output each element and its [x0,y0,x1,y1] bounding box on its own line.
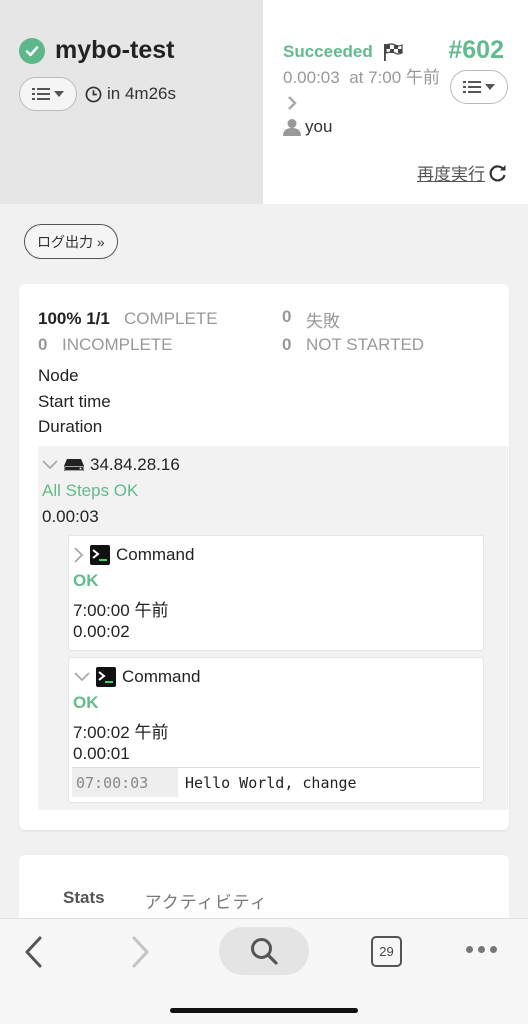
log-timestamp: 07:00:03 [72,768,178,797]
checkered-flag-icon [383,43,403,61]
chevron-down-icon [74,672,90,682]
browser-toolbar: 29 [0,918,528,1024]
caret-down-icon [54,91,64,97]
execution-header: mybo-test in 4m26s Succeeded #602 0.00:0… [0,0,528,204]
log-output-line: 07:00:03 Hello World, change [72,767,480,797]
home-indicator [170,1008,358,1013]
tabs-button[interactable]: 29 [371,936,402,967]
chevron-right-icon [74,547,84,563]
elapsed-time: 0.00:03 [283,68,340,87]
log-message: Hello World, change [185,773,357,792]
incomplete-count: 0 [38,335,48,354]
search-icon [251,938,278,965]
progress-percent: 100% [38,309,82,328]
node-toggle[interactable]: 34.84.28.16 [42,455,180,475]
server-icon [64,459,84,471]
execution-status: Succeeded [283,42,373,61]
complete-label: COMPLETE [124,309,218,328]
step-duration: 0.00:01 [73,744,130,763]
list-icon [463,81,481,93]
chevron-right-icon[interactable] [287,95,297,110]
terminal-icon [96,667,116,687]
execution-info-panel: Succeeded #602 0.00:03 at 7:00 午前 you 再度… [263,0,528,204]
clock-icon [85,86,102,102]
job-duration: in 4m26s [107,84,176,103]
node-status: All Steps OK [42,481,139,500]
caret-down-icon [485,84,495,90]
rerun-label: 再度実行 [417,165,485,184]
terminal-icon [90,545,110,565]
execution-summary-card: 100% 1/1 COMPLETE 0 失敗 0 INCOMPLETE 0 NOT S… [19,284,509,830]
progress-ratio: 1/1 [86,309,110,328]
list-icon [32,88,50,100]
not-started-label: NOT STARTED [306,335,425,354]
step-status: OK [73,571,99,590]
user-icon [283,119,301,136]
step-status: OK [73,693,99,712]
node-header: Node [38,366,79,385]
back-arrow-icon[interactable] [20,935,48,969]
rerun-link[interactable]: 再度実行 [417,160,507,185]
step-start-time: 7:00:02 午前 [73,723,169,742]
execution-time-info: 0.00:03 at 7:00 午前 [283,66,443,114]
step-label: Command [122,667,201,686]
step-duration: 0.00:02 [73,622,130,641]
tab-stats[interactable]: Stats [63,888,105,913]
job-info-panel: mybo-test in 4m26s [0,0,263,204]
step-label: Command [116,545,195,564]
node-row: 34.84.28.16 All Steps OK 0.00:03 Command… [38,446,508,810]
duration-header: Duration [38,417,103,436]
node-ip: 34.84.28.16 [90,455,180,474]
log-output-button[interactable]: ログ出力 » [24,224,118,259]
incomplete-label: INCOMPLETE [62,335,173,354]
more-dots-icon[interactable] [466,946,497,953]
success-check-icon [19,37,45,64]
step-start-time: 7:00:00 午前 [73,601,169,620]
chevron-down-icon [42,460,58,470]
failed-count: 0 [282,306,292,326]
progress-summary: 100% 1/1 COMPLETE 0 失敗 0 INCOMPLETE 0 NOT S… [38,306,498,358]
execution-actions-menu-button[interactable] [450,70,508,104]
tab-activity[interactable]: アクティビティ [145,888,268,913]
job-name[interactable]: mybo-test [55,36,174,65]
failed-label: 失敗 [306,311,340,331]
redo-icon [489,164,506,181]
not-started-count: 0 [282,335,292,354]
step-row[interactable]: Command OK 7:00:02 午前 0.00:01 07:00:03 H… [68,657,484,803]
step-row[interactable]: Command OK 7:00:00 午前 0.00:02 [68,535,484,651]
executed-by-user: you [305,117,333,136]
forward-arrow-icon[interactable] [126,935,154,969]
column-headers: Node Start time Duration [38,363,111,440]
search-button[interactable] [219,927,309,975]
start-time-header: Start time [38,391,111,411]
node-duration: 0.00:03 [42,507,99,526]
start-time: at 7:00 午前 [349,68,440,87]
job-actions-menu-button[interactable] [19,77,77,111]
execution-id[interactable]: #602 [448,36,504,65]
